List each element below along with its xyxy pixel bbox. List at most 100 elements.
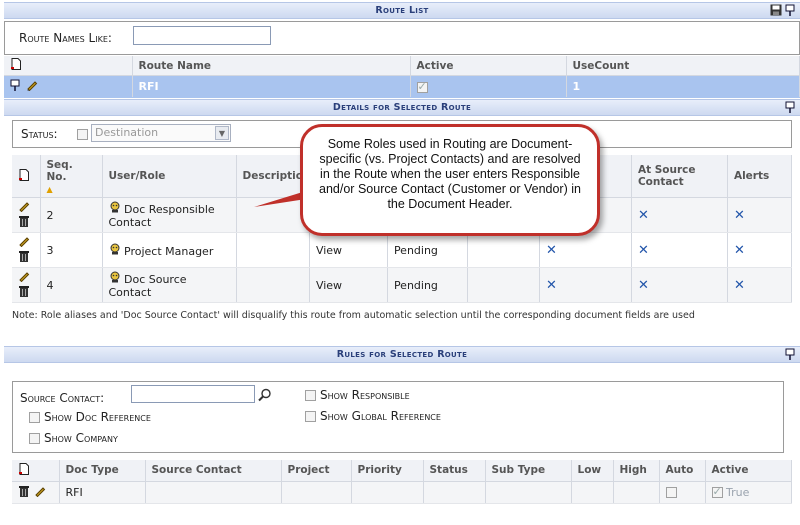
action-cell: View — [309, 267, 388, 303]
callout-text: Some Roles used in Routing are Document-… — [319, 137, 581, 211]
x-mark-icon[interactable]: ✕ — [638, 278, 649, 293]
x-mark-icon[interactable]: ✕ — [638, 208, 649, 223]
x-mark-icon[interactable]: ✕ — [546, 278, 557, 293]
show-global-reference-checkbox[interactable] — [305, 410, 316, 422]
route-filter-panel: Route Names Like: — [4, 21, 800, 55]
add-step-cell[interactable] — [12, 155, 41, 198]
edit-pencil-icon[interactable] — [18, 270, 30, 283]
edit-pencil-icon[interactable] — [26, 79, 38, 92]
trash-icon[interactable] — [18, 485, 30, 497]
seq-cell: 2 — [40, 197, 103, 233]
save-icon[interactable] — [770, 4, 782, 16]
source-contact-input[interactable] — [131, 385, 255, 403]
rules-table: Doc Type Source Contact Project Priority… — [12, 460, 792, 504]
table-row[interactable]: RFI True — [12, 481, 792, 504]
route-list-table: Route Name Active UseCount RFI 1 — [4, 56, 800, 98]
table-row[interactable]: RFI 1 — [4, 75, 800, 98]
doc-type-cell: RFI — [59, 481, 146, 504]
rules-title: Rules for Selected Route — [336, 349, 468, 360]
trash-icon[interactable] — [18, 215, 30, 227]
new-document-icon[interactable] — [18, 168, 30, 181]
rule-active-checkbox[interactable] — [711, 485, 723, 498]
seq-cell: 4 — [40, 267, 103, 303]
rules-header: Rules for Selected Route — [4, 346, 800, 363]
status-select-value: Destination — [95, 126, 159, 139]
details-title: Details for Selected Route — [332, 102, 472, 113]
pin-icon[interactable] — [10, 79, 22, 91]
route-list-header: Route List — [4, 2, 800, 19]
col-active[interactable]: Active — [410, 56, 567, 76]
x-mark-icon[interactable]: ✕ — [734, 208, 745, 223]
edit-pencil-icon[interactable] — [34, 485, 46, 497]
show-global-reference-option[interactable]: Show Global Reference — [305, 409, 441, 423]
rules-header-row: Doc Type Source Contact Project Priority… — [12, 460, 792, 482]
col-low[interactable]: Low — [571, 460, 614, 482]
col-high[interactable]: High — [613, 460, 660, 482]
route-list-title: Route List — [375, 5, 429, 16]
show-doc-reference-checkbox[interactable] — [29, 411, 40, 423]
show-company-option[interactable]: Show Company — [29, 431, 118, 445]
pin-icon[interactable] — [784, 348, 796, 360]
col-rule-status[interactable]: Status — [423, 460, 486, 482]
status-select[interactable]: Destination ▼ — [91, 124, 231, 142]
col-seq-no[interactable]: Seq. No. ▲ — [40, 155, 103, 198]
sort-asc-icon: ▲ — [46, 185, 53, 194]
rule-auto-checkbox[interactable] — [665, 487, 677, 498]
edit-pencil-icon[interactable] — [18, 200, 30, 213]
route-names-input[interactable] — [133, 26, 271, 45]
route-active-checkbox[interactable] — [416, 80, 428, 93]
col-priority[interactable]: Priority — [351, 460, 424, 482]
col-at-source-contact[interactable]: At Source Contact — [631, 155, 728, 198]
table-row[interactable]: 4 Doc Source Contact View Pending ✕ ✕ ✕ — [12, 267, 793, 303]
seq-cell: 3 — [40, 232, 103, 268]
status-checkbox[interactable] — [77, 129, 88, 140]
route-list-header-row: Route Name Active UseCount — [4, 56, 800, 76]
new-document-icon[interactable] — [18, 462, 30, 475]
pin-icon[interactable] — [784, 4, 796, 16]
col-doc-type[interactable]: Doc Type — [59, 460, 146, 482]
new-document-icon[interactable] — [10, 58, 22, 70]
role-icon — [109, 271, 121, 283]
x-mark-icon[interactable]: ✕ — [546, 243, 557, 258]
show-doc-reference-option[interactable]: Show Doc Reference — [29, 410, 151, 424]
rules-options-panel: Source Contact: Show Responsible Show Do… — [12, 381, 784, 453]
status-cell: Pending — [387, 267, 468, 303]
trash-icon[interactable] — [18, 285, 30, 297]
show-responsible-checkbox[interactable] — [305, 389, 316, 401]
add-route-cell[interactable] — [4, 56, 133, 76]
callout-note: Some Roles used in Routing are Document-… — [300, 124, 600, 236]
col-source-contact[interactable]: Source Contact — [145, 460, 282, 482]
col-usecount[interactable]: UseCount — [566, 56, 800, 76]
col-route-name[interactable]: Route Name — [132, 56, 411, 76]
col-alerts[interactable]: Alerts — [727, 155, 793, 198]
role-cell: Doc Responsible Contact — [108, 203, 215, 229]
rule-active-label: True — [726, 485, 750, 499]
role-icon — [109, 201, 121, 213]
col-sub-type[interactable]: Sub Type — [485, 460, 572, 482]
col-project[interactable]: Project — [281, 460, 352, 482]
details-header: Details for Selected Route — [4, 99, 800, 116]
x-mark-icon[interactable]: ✕ — [734, 278, 745, 293]
add-rule-cell[interactable] — [12, 460, 60, 482]
route-names-label: Route Names Like: — [19, 31, 112, 45]
x-mark-icon[interactable]: ✕ — [734, 243, 745, 258]
x-mark-icon[interactable]: ✕ — [638, 243, 649, 258]
source-contact-label: Source Contact: — [20, 391, 105, 405]
show-responsible-option[interactable]: Show Responsible — [305, 388, 410, 402]
status-cell: Pending — [387, 232, 468, 268]
col-auto[interactable]: Auto — [659, 460, 706, 482]
edit-pencil-icon[interactable] — [18, 235, 30, 248]
route-usecount-cell: 1 — [566, 75, 800, 98]
trash-icon[interactable] — [18, 250, 30, 262]
search-icon[interactable] — [258, 388, 271, 402]
col-rule-active[interactable]: Active — [705, 460, 792, 482]
show-company-checkbox[interactable] — [29, 432, 40, 444]
pin-icon[interactable] — [784, 101, 796, 113]
role-cell: Project Manager — [124, 244, 214, 258]
table-row[interactable]: 3 Project Manager View Pending ✕ ✕ ✕ — [12, 232, 793, 268]
action-cell: View — [309, 232, 388, 268]
chevron-down-icon[interactable]: ▼ — [215, 126, 229, 140]
role-icon — [109, 243, 121, 255]
details-note: Note: Role aliases and 'Doc Source Conta… — [12, 310, 695, 321]
col-user-role[interactable]: User/Role — [102, 155, 237, 198]
